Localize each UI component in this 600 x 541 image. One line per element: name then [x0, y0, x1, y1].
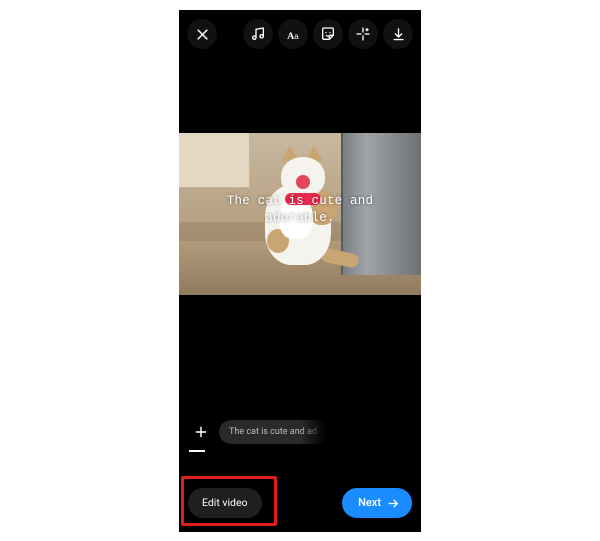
text-style-button[interactable]: A a — [278, 19, 308, 49]
music-button[interactable] — [243, 19, 273, 49]
clip-text-strip: The cat is cute and ad — [179, 414, 421, 464]
close-button[interactable] — [187, 19, 217, 49]
close-icon — [195, 27, 210, 42]
next-button-label: Next — [358, 488, 381, 518]
svg-text:a: a — [294, 31, 299, 40]
cat-illustration — [261, 151, 353, 285]
clip-indicator — [189, 450, 205, 452]
media-preview[interactable]: The cat is cute and adorable. — [179, 133, 421, 295]
editor-bottom-bar: Edit video Next — [179, 476, 421, 532]
effects-button[interactable] — [348, 19, 378, 49]
story-editor-screen: A a — [179, 10, 421, 532]
sticker-icon — [320, 26, 336, 42]
caption-preview-pill[interactable]: The cat is cute and ad — [219, 420, 327, 444]
edit-video-button[interactable]: Edit video — [188, 488, 262, 518]
download-button[interactable] — [383, 19, 413, 49]
background-cabinet — [179, 133, 250, 188]
text-style-icon: A a — [285, 26, 302, 43]
download-icon — [391, 27, 406, 42]
sticker-button[interactable] — [313, 19, 343, 49]
sparkle-icon — [355, 26, 371, 42]
next-button[interactable]: Next — [342, 488, 412, 518]
music-icon — [250, 26, 266, 42]
plus-icon — [194, 425, 208, 439]
editor-top-toolbar: A a — [179, 14, 421, 54]
add-clip-button[interactable] — [189, 420, 213, 444]
arrow-right-icon — [387, 497, 400, 510]
